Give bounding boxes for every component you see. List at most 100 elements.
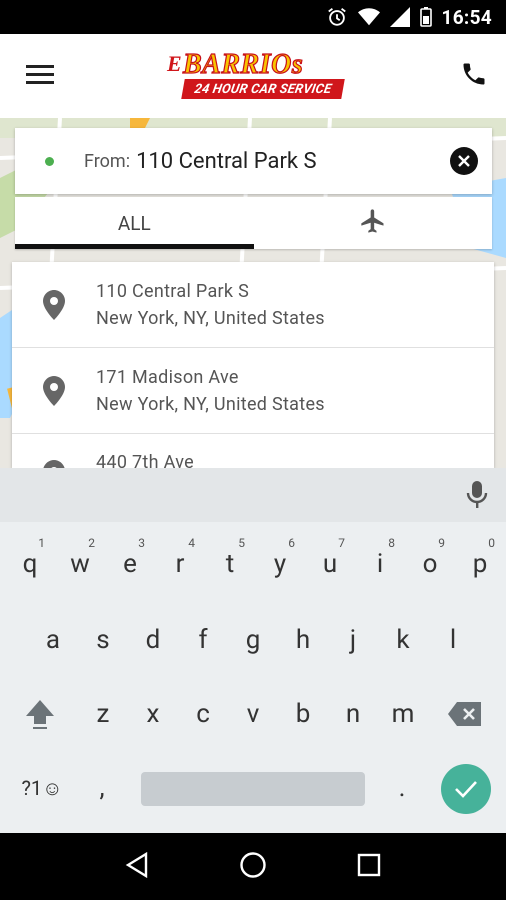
microphone-icon[interactable] (466, 480, 488, 514)
comma-key[interactable]: , (77, 760, 127, 816)
phone-icon[interactable] (460, 60, 488, 92)
alarm-icon (326, 6, 348, 28)
result-address: 440 7th Ave (96, 452, 194, 468)
key-label: a (45, 625, 61, 655)
key-w[interactable]: 2w (55, 536, 105, 592)
location-pin-icon (12, 375, 96, 406)
list-item[interactable]: 110 Central Park S New York, NY, United … (12, 262, 494, 348)
signal-icon (389, 7, 410, 27)
key-hint: 6 (288, 536, 295, 550)
recents-icon[interactable] (357, 853, 381, 881)
key-hint: 2 (88, 536, 95, 550)
key-label: d (145, 625, 161, 655)
logo-tagline: 24 HOUR CAR SERVICE (181, 79, 345, 99)
clear-icon[interactable] (450, 147, 478, 175)
key-x[interactable]: x (128, 686, 178, 742)
comma-key-label: , (99, 773, 105, 803)
space-key[interactable] (141, 772, 365, 806)
key-label: s (96, 625, 110, 655)
key-label: c (196, 699, 210, 729)
key-label: w (70, 549, 90, 579)
home-icon[interactable] (239, 851, 267, 883)
key-f[interactable]: f (178, 612, 228, 668)
wifi-icon (357, 7, 380, 27)
location-pin-icon (12, 452, 96, 468)
tab-all[interactable]: ALL (15, 197, 254, 249)
key-hint: 3 (138, 536, 145, 550)
key-label: r (175, 549, 185, 579)
keyboard-row-2: a s d f g hjk l (0, 612, 506, 668)
result-address: 171 Madison Ave (96, 366, 239, 388)
tab-all-label: ALL (117, 211, 151, 235)
key-label: g (245, 625, 261, 655)
key-z[interactable]: z (78, 686, 128, 742)
key-label: m (391, 699, 415, 729)
key-hint: 0 (488, 536, 495, 550)
key-label: t (225, 549, 235, 579)
airplane-icon (359, 207, 387, 240)
list-item[interactable]: 440 7th Ave (12, 434, 494, 468)
keyboard-suggestion-strip (0, 468, 506, 522)
status-bar: 16:54 (0, 0, 506, 34)
period-key[interactable]: . (377, 760, 427, 816)
key-hint: 9 (438, 536, 445, 550)
key-a[interactable]: a (28, 612, 78, 668)
key-label: i (376, 549, 384, 579)
key-label: l (449, 625, 457, 655)
key-c[interactable]: c (178, 686, 228, 742)
key-label: y (273, 549, 287, 579)
key-hint: 8 (388, 536, 395, 550)
key-g[interactable]: g (228, 612, 278, 668)
key-b[interactable]: b (278, 686, 328, 742)
key-v[interactable]: v (228, 686, 278, 742)
key-i[interactable]: 8i (355, 536, 405, 592)
result-address: 110 Central Park S (96, 280, 250, 302)
list-item[interactable]: 171 Madison Ave New York, NY, United Sta… (12, 348, 494, 434)
key-j[interactable]: j (328, 612, 378, 668)
key-y[interactable]: 6y (255, 536, 305, 592)
key-q[interactable]: 1q (5, 536, 55, 592)
key-label: n (345, 699, 361, 729)
logo-brand: BARRIOs (182, 48, 304, 80)
key-m[interactable]: m (378, 686, 428, 742)
from-search-field[interactable]: From: 110 Central Park S (15, 128, 492, 194)
enter-key[interactable] (441, 764, 491, 814)
key-label: z (96, 699, 110, 729)
key-hint: 4 (188, 536, 195, 550)
location-pin-icon (12, 289, 96, 320)
key-d[interactable]: d (128, 612, 178, 668)
result-city: New York, NY, United States (96, 307, 325, 329)
key-label: k (396, 625, 410, 655)
back-icon[interactable] (125, 851, 149, 882)
key-label: v (246, 699, 260, 729)
symbols-key[interactable]: ?1☺ (14, 760, 70, 816)
shift-key[interactable] (15, 686, 65, 742)
key-s[interactable]: s (78, 612, 128, 668)
key-u[interactable]: 7u (305, 536, 355, 592)
key-r[interactable]: 4r (155, 536, 205, 592)
key-e[interactable]: 3e (105, 536, 155, 592)
results-list: 110 Central Park S New York, NY, United … (12, 262, 494, 468)
navigation-bar (0, 833, 506, 900)
key-p[interactable]: 0p (455, 536, 505, 592)
key-n[interactable]: n (328, 686, 378, 742)
key-label: o (422, 549, 438, 579)
key-o[interactable]: 9o (405, 536, 455, 592)
key-label: x (146, 699, 160, 729)
origin-dot-icon (45, 156, 54, 166)
key-l[interactable]: l (428, 612, 478, 668)
key-label: f (198, 625, 208, 655)
period-key-label: . (398, 773, 406, 803)
from-input[interactable]: 110 Central Park S (136, 149, 450, 174)
key-h[interactable]: h (278, 612, 328, 668)
symbols-key-label: ?1☺ (21, 775, 63, 800)
app-bar: E BARRIOs 24 HOUR CAR SERVICE (0, 34, 506, 118)
backspace-key[interactable] (440, 686, 490, 742)
key-label: b (295, 699, 311, 729)
key-t[interactable]: 5t (205, 536, 255, 592)
tab-airports[interactable] (254, 197, 493, 249)
menu-icon[interactable] (26, 63, 54, 89)
key-k[interactable]: k (378, 612, 428, 668)
battery-icon (419, 7, 432, 27)
key-label: h (295, 625, 311, 655)
